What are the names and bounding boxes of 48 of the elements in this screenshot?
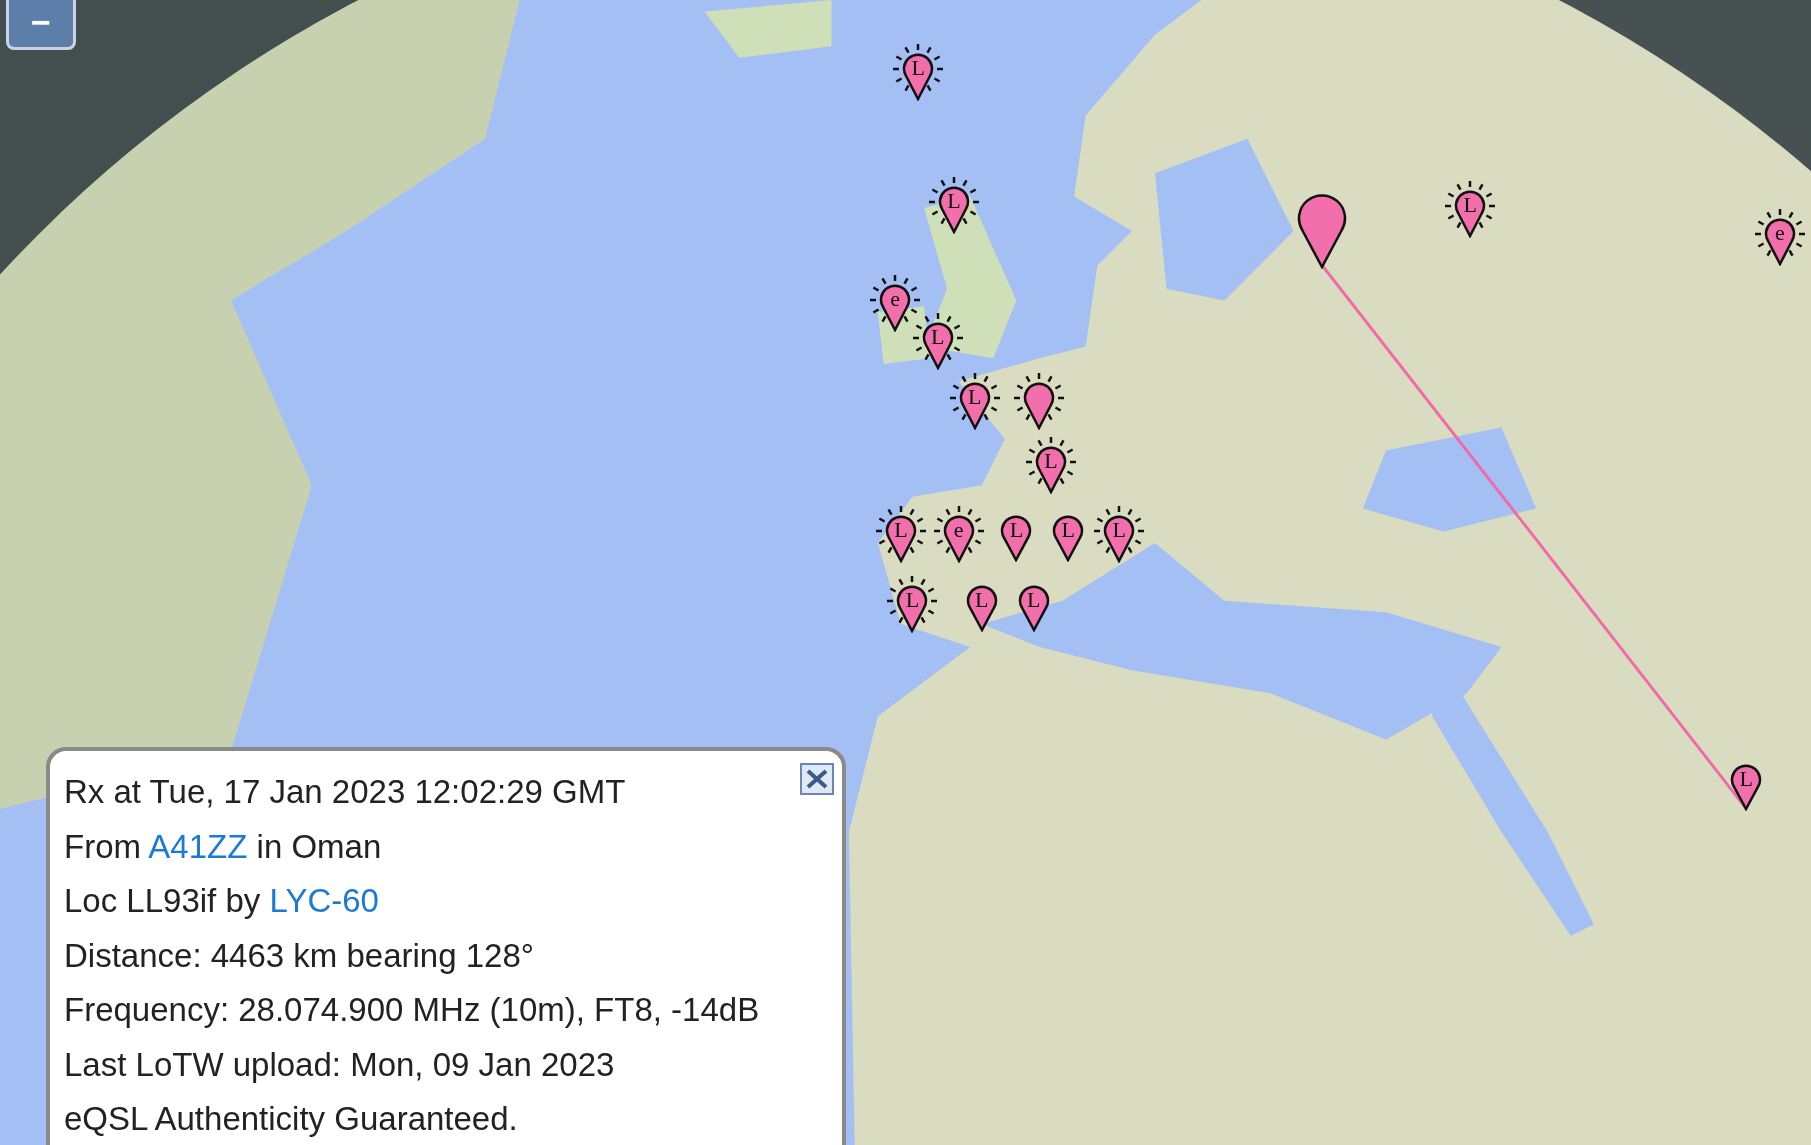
pin-label: L bbox=[974, 588, 990, 611]
pin-label: L bbox=[1462, 193, 1478, 216]
beacon-pin-icon[interactable] bbox=[1092, 505, 1147, 564]
beacon-pin-icon[interactable] bbox=[1024, 436, 1078, 494]
info-text: From A41ZZ in Oman bbox=[64, 826, 382, 867]
pin-label: L bbox=[946, 190, 962, 213]
zoom-out-button[interactable]: − bbox=[6, 0, 76, 50]
map-pin-icon[interactable] bbox=[1729, 762, 1764, 811]
map-pin-icon[interactable] bbox=[1016, 583, 1051, 632]
beacon-pin-icon[interactable] bbox=[910, 312, 965, 371]
beacon-pin-icon[interactable] bbox=[1443, 179, 1498, 238]
pin-label: L bbox=[1008, 519, 1025, 542]
pin-label: L bbox=[1043, 450, 1059, 472]
close-icon bbox=[805, 768, 829, 790]
pin-label: L bbox=[893, 519, 909, 542]
map-pin-icon[interactable] bbox=[964, 583, 999, 632]
map-pin-icon[interactable] bbox=[1051, 514, 1086, 563]
beacon-pin-icon[interactable] bbox=[927, 176, 981, 235]
beacon-pin-icon[interactable] bbox=[1012, 372, 1067, 431]
info-text: Frequency: 28.074.900 MHz (10m), FT8, -14dB bbox=[64, 990, 760, 1030]
beacon-pin-icon[interactable] bbox=[885, 574, 940, 633]
map-pin-icon[interactable] bbox=[1296, 193, 1349, 270]
beacon-pin-icon[interactable] bbox=[868, 274, 923, 333]
pin-label: e bbox=[952, 519, 965, 542]
pin-label: L bbox=[1025, 588, 1042, 611]
pin-label: L bbox=[930, 326, 946, 349]
info-text: Distance: 4463 km bearing 128° bbox=[64, 935, 534, 976]
info-text: Last LoTW upload: Mon, 09 Jan 2023 bbox=[64, 1044, 615, 1085]
pin-label: e bbox=[1773, 222, 1786, 245]
pin-label: L bbox=[1738, 767, 1755, 790]
pin-label: L bbox=[910, 57, 926, 80]
pin-label: e bbox=[889, 288, 901, 311]
pin-label: L bbox=[967, 386, 983, 409]
info-text: Loc LL93if by LYC-60 bbox=[64, 881, 379, 921]
callsign-link[interactable]: A41ZZ bbox=[148, 827, 248, 865]
beacon-pin-icon[interactable] bbox=[891, 43, 946, 102]
callsign-link[interactable]: LYC-60 bbox=[269, 882, 379, 919]
beacon-pin-icon[interactable] bbox=[1752, 208, 1807, 267]
pin-label: L bbox=[1111, 519, 1127, 542]
map-pin-icon[interactable] bbox=[999, 514, 1034, 563]
close-button[interactable] bbox=[800, 763, 834, 795]
info-text: eQSL Authenticity Guaranteed. bbox=[64, 1099, 518, 1139]
beacon-pin-icon[interactable] bbox=[947, 372, 1002, 431]
beacon-pin-icon[interactable] bbox=[931, 505, 986, 564]
pin-label: L bbox=[904, 588, 921, 611]
beacon-pin-icon[interactable] bbox=[873, 505, 928, 564]
pin-label: L bbox=[1060, 519, 1077, 542]
info-text: Rx at Tue, 17 Jan 2023 12:02:29 GMT bbox=[64, 772, 626, 812]
